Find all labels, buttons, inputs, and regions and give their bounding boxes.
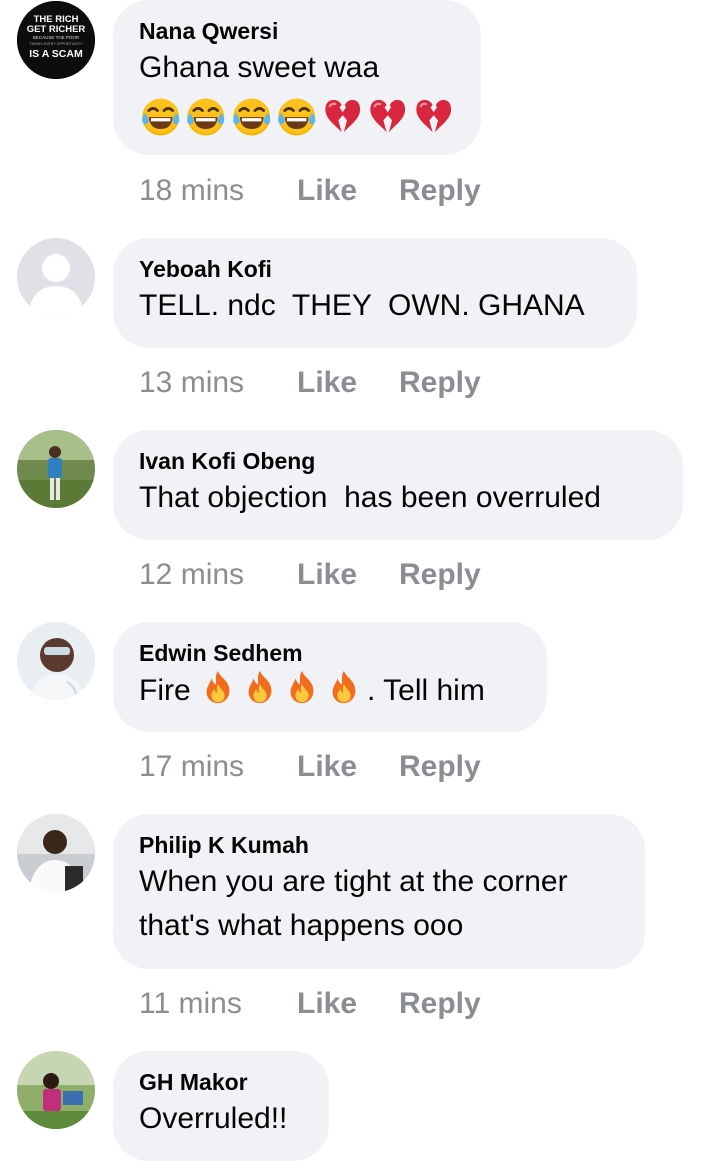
- reply-button[interactable]: Reply: [399, 171, 481, 211]
- comment-author[interactable]: Philip K Kumah: [139, 830, 619, 860]
- comment-timestamp: 11 mins: [139, 987, 242, 1020]
- broken-heart-emoji-icon: [321, 94, 364, 138]
- comment-text-end: . Tell him: [367, 674, 485, 707]
- fire-emoji-icon: [241, 668, 279, 706]
- comment-timestamp: 18 mins: [139, 174, 245, 207]
- like-button[interactable]: Like: [297, 171, 399, 211]
- comment-bubble: GH Makor Overruled!!: [113, 1051, 329, 1161]
- avatar-photo: [17, 1051, 95, 1129]
- fire-emoji-icon: [199, 668, 237, 706]
- reply-button[interactable]: Reply: [399, 363, 481, 403]
- fire-emoji-icon: [283, 668, 321, 706]
- default-profile-icon: [17, 238, 95, 316]
- reply-button[interactable]: Reply: [399, 555, 481, 595]
- laughing-tears-emoji-icon: [275, 94, 318, 138]
- avatar-image: THE RICH GET RICHER BECAUSE THE POOR THI…: [17, 1, 95, 79]
- comment-text: That objection has been overruled: [139, 481, 601, 514]
- comment-text: TELL. ndc THEY OWN. GHANA: [139, 289, 585, 322]
- comment-text: Ghana sweet waa: [139, 51, 380, 84]
- laughing-tears-emoji-icon: [230, 94, 273, 138]
- comment-author[interactable]: GH Makor: [139, 1067, 303, 1097]
- svg-text:GET RICHER: GET RICHER: [27, 24, 86, 35]
- svg-text:THINKS EVERY OPPORTUNITY: THINKS EVERY OPPORTUNITY: [29, 42, 83, 46]
- comment-timestamp: 13 mins: [139, 366, 245, 399]
- avatar[interactable]: [17, 622, 95, 700]
- reply-button[interactable]: Reply: [399, 747, 481, 787]
- comment-meta: 13 mins Like Reply: [139, 363, 481, 403]
- comment-text-line-1: When you are tight at the corner: [139, 865, 568, 898]
- svg-text:IS A SCAM: IS A SCAM: [29, 48, 83, 60]
- comment-text-line-2: that's what happens ooo: [139, 909, 464, 942]
- comment-meta: 17 mins Like Reply: [139, 747, 481, 787]
- broken-heart-emoji-icon: [366, 94, 409, 138]
- avatar[interactable]: THE RICH GET RICHER BECAUSE THE POOR THI…: [17, 1, 95, 79]
- comment-author[interactable]: Edwin Sedhem: [139, 638, 521, 668]
- laughing-tears-emoji-icon: [184, 94, 227, 138]
- broken-heart-emoji-icon: [412, 94, 455, 138]
- avatar[interactable]: [17, 430, 95, 508]
- avatar-photo: [17, 430, 95, 508]
- comment-author[interactable]: Yeboah Kofi: [139, 254, 611, 284]
- comment-bubble: Yeboah Kofi TELL. ndc THEY OWN. GHANA: [113, 238, 637, 348]
- like-button[interactable]: Like: [297, 747, 399, 787]
- comment-text: Fire . Tell him: [139, 668, 521, 713]
- avatar[interactable]: [17, 814, 95, 892]
- comment-timestamp: 12 mins: [139, 558, 245, 591]
- like-button[interactable]: Like: [297, 363, 399, 403]
- comment-bubble: Nana Qwersi Ghana sweet waa: [113, 0, 481, 155]
- avatar-photo: [17, 622, 95, 700]
- comment-author[interactable]: Nana Qwersi: [139, 16, 455, 46]
- comment-bubble: Edwin Sedhem Fire . Tell him: [113, 622, 547, 732]
- avatar[interactable]: [17, 1051, 95, 1129]
- comment-text-start: Fire: [139, 674, 199, 707]
- comment-bubble: Philip K Kumah When you are tight at the…: [113, 814, 645, 969]
- comment-meta: 18 mins Like Reply: [139, 171, 481, 211]
- svg-text:BECAUSE THE POOR: BECAUSE THE POOR: [33, 35, 80, 40]
- comment-meta: 11 mins Like Reply: [139, 984, 481, 1024]
- avatar[interactable]: [17, 238, 95, 316]
- emoji-row: [139, 92, 455, 140]
- laughing-tears-emoji-icon: [139, 94, 182, 138]
- avatar-photo: [17, 814, 95, 892]
- like-button[interactable]: Like: [297, 555, 399, 595]
- comment-meta: 12 mins Like Reply: [139, 555, 481, 595]
- like-button[interactable]: Like: [297, 984, 399, 1024]
- fire-emoji-icon: [325, 668, 363, 706]
- comment-author[interactable]: Ivan Kofi Obeng: [139, 446, 657, 476]
- comment-timestamp: 17 mins: [139, 750, 245, 783]
- comment-text: Overruled!!: [139, 1102, 288, 1135]
- reply-button[interactable]: Reply: [399, 984, 481, 1024]
- comment-bubble: Ivan Kofi Obeng That objection has been …: [113, 430, 683, 540]
